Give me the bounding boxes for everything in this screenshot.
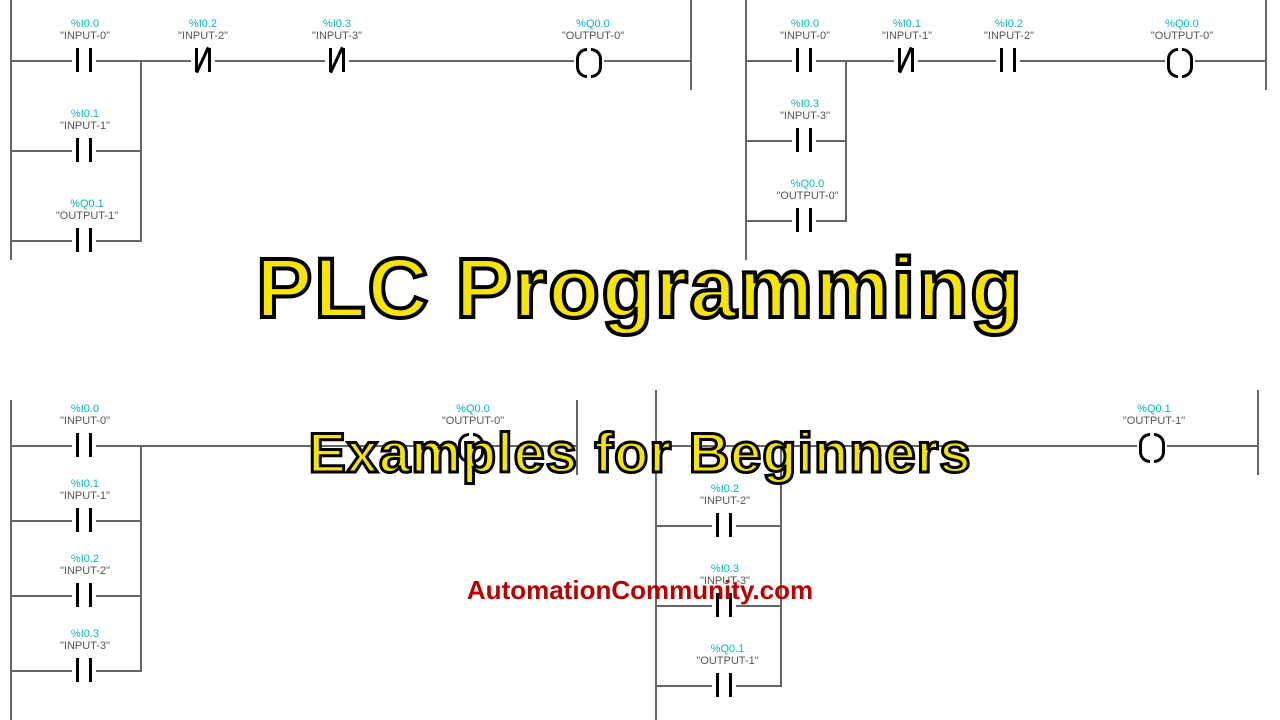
contact-no [72,138,96,162]
ladder-diagram-top-left: %I0.0"INPUT-0" %I0.2"INPUT-2" %I0.3"INPU… [10,0,710,260]
address-label: %I0.1 [55,108,115,120]
address-label: %Q0.1 [52,198,122,210]
contact-no [712,513,736,537]
address-label: %I0.3 [695,563,755,575]
coil-output [574,48,604,72]
contact-no [72,228,96,252]
address-label: %I0.2 [979,18,1039,30]
title-subtitle: Examples for Beginners [308,420,971,485]
address-label: %I0.3 [307,18,367,30]
name-label: "OUTPUT-1" [690,655,765,667]
name-label: "INPUT-1" [55,120,115,132]
contact-no [72,508,96,532]
address-label: %I0.0 [55,403,115,415]
title-main: PLC Programming [256,240,1023,337]
name-label: "INPUT-2" [695,495,755,507]
name-label: "INPUT-1" [55,490,115,502]
address-label: %Q0.0 [770,178,845,190]
address-label: %Q0.1 [1119,403,1189,415]
address-label: %I0.0 [55,18,115,30]
name-label: "OUTPUT-1" [1119,415,1189,427]
contact-nc [325,48,349,72]
contact-no [792,48,816,72]
address-label: %I0.1 [877,18,937,30]
coil-output [1165,48,1195,72]
name-label: "INPUT-0" [775,30,835,42]
address-label: %Q0.1 [690,643,765,655]
contact-no [792,128,816,152]
name-label: "OUTPUT-0" [1147,30,1217,42]
contact-no [712,673,736,697]
name-label: "INPUT-0" [55,415,115,427]
name-label: "INPUT-2" [173,30,233,42]
address-label: %Q0.0 [558,18,628,30]
address-label: %I0.3 [55,628,115,640]
coil-output [1137,433,1167,457]
ladder-diagram-top-right: %I0.0"INPUT-0" %I0.1"INPUT-1" %I0.2"INPU… [745,0,1275,260]
name-label: "OUTPUT-0" [770,190,845,202]
contact-no [72,583,96,607]
address-label: %I0.2 [55,553,115,565]
address-label: %Q0.0 [438,403,508,415]
name-label: "INPUT-2" [55,565,115,577]
address-label: %I0.1 [55,478,115,490]
name-label: "INPUT-3" [775,110,835,122]
contact-no [72,433,96,457]
name-label: "INPUT-1" [877,30,937,42]
name-label: "INPUT-3" [55,640,115,652]
contact-no [996,48,1020,72]
name-label: "OUTPUT-1" [52,210,122,222]
contact-nc [894,48,918,72]
address-label: %I0.3 [775,98,835,110]
site-url: AutomationCommunity.com [467,575,813,606]
address-label: %Q0.0 [1147,18,1217,30]
name-label: "INPUT-2" [979,30,1039,42]
contact-no [792,208,816,232]
address-label: %I0.2 [173,18,233,30]
contact-nc [191,48,215,72]
contact-no [72,658,96,682]
name-label: "INPUT-3" [307,30,367,42]
address-label: %I0.0 [775,18,835,30]
name-label: "OUTPUT-0" [558,30,628,42]
name-label: "INPUT-0" [55,30,115,42]
contact-no [72,48,96,72]
